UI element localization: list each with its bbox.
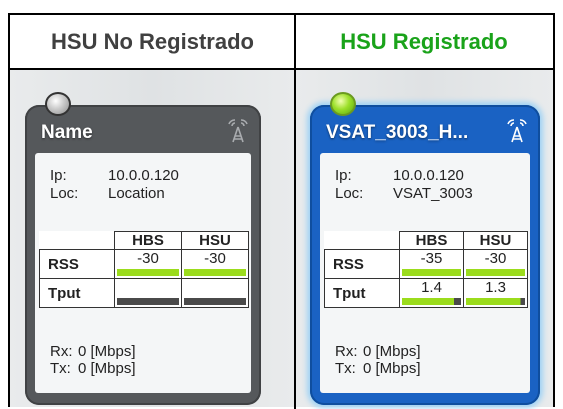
tput-hbs-cell: 1.4 <box>399 278 464 308</box>
rss-hbs-cell: -30 <box>114 249 182 279</box>
loc-label: Loc: <box>335 185 364 202</box>
loc-value: Location <box>108 185 165 202</box>
corner-cell <box>39 231 115 250</box>
tput-hbs-value <box>115 279 181 296</box>
hsu-card-unregistered[interactable]: Name Ip: 10.0.0.120 Loc: Location HBS HS… <box>25 92 261 405</box>
tput-hsu-value: 1.3 <box>485 279 506 296</box>
card-body: Ip: 10.0.0.120 Loc: VSAT_3003 HBS HSU RSS … <box>320 153 530 393</box>
tput-hbs-value: 1.4 <box>421 279 442 296</box>
col-hsu: HSU <box>463 231 528 250</box>
loc-value: VSAT_3003 <box>393 185 473 202</box>
rx-row: Rx: 0 [Mbps] <box>50 343 136 360</box>
loc-row: Loc: VSAT_3003 <box>335 185 473 202</box>
tput-hbs-bar <box>117 298 179 305</box>
tput-hsu-bar <box>184 298 246 305</box>
header-unregistered: HSU No Registrado <box>10 15 295 70</box>
metrics-table: HBS HSU RSS -30 -30 Tput <box>39 231 249 308</box>
ip-row: Ip: 10.0.0.120 <box>50 167 179 184</box>
col-hbs: HBS <box>399 231 464 250</box>
rx-value: 0 [Mbps] <box>363 343 421 360</box>
antenna-icon <box>228 119 248 143</box>
rss-label: RSS <box>39 249 115 279</box>
rss-hsu-cell: -30 <box>463 249 528 279</box>
tput-hsu-cell <box>181 278 249 308</box>
rss-hbs-bar <box>402 269 461 276</box>
loc-label: Loc: <box>50 185 79 202</box>
ip-value: 10.0.0.120 <box>108 167 179 184</box>
ip-label: Ip: <box>335 167 352 184</box>
registered-cell: VSAT_3003_H... Ip: 10.0.0.120 Loc: VSAT_30… <box>296 70 553 407</box>
rx-row: Rx: 0 [Mbps] <box>335 343 421 360</box>
tput-hsu-cell: 1.3 <box>463 278 528 308</box>
status-led-off-icon <box>45 92 71 116</box>
tput-hsu-value <box>182 279 248 296</box>
header-registered: HSU Registrado <box>295 15 553 70</box>
col-hsu: HSU <box>181 231 249 250</box>
rss-hbs-cell: -35 <box>399 249 464 279</box>
card-title: VSAT_3003_H... <box>326 122 469 143</box>
unregistered-cell: Name Ip: 10.0.0.120 Loc: Location HBS HS… <box>10 70 294 407</box>
hsu-card-registered[interactable]: VSAT_3003_H... Ip: 10.0.0.120 Loc: VSAT_30… <box>310 92 540 405</box>
tput-hbs-bar <box>402 298 461 305</box>
tput-label: Tput <box>324 278 400 308</box>
rss-hsu-bar <box>184 269 246 276</box>
rss-hbs-bar <box>117 269 179 276</box>
rx-value: 0 [Mbps] <box>78 343 136 360</box>
rss-hbs-value: -35 <box>420 250 443 267</box>
col-hbs: HBS <box>114 231 182 250</box>
status-led-on-icon <box>330 92 356 116</box>
card-body: Ip: 10.0.0.120 Loc: Location HBS HSU RSS -… <box>35 153 251 393</box>
loc-row: Loc: Location <box>50 185 165 202</box>
card-title: Name <box>41 122 93 143</box>
comparison-table: HSU No Registrado HSU Registrado Name Ip… <box>8 13 555 409</box>
tput-hsu-bar <box>466 298 525 305</box>
metrics-table: HBS HSU RSS -35 -30 Tput 1.4 1.3 <box>324 231 528 308</box>
corner-cell <box>324 231 400 250</box>
rx-label: Rx: <box>335 343 358 360</box>
antenna-icon <box>507 119 527 143</box>
ip-row: Ip: 10.0.0.120 <box>335 167 464 184</box>
rss-hsu-cell: -30 <box>181 249 249 279</box>
tput-hbs-cell <box>114 278 182 308</box>
tx-value: 0 [Mbps] <box>78 360 136 377</box>
rss-hbs-value: -30 <box>137 250 159 267</box>
tx-label: Tx: <box>335 360 356 377</box>
rss-label: RSS <box>324 249 400 279</box>
tput-label: Tput <box>39 278 115 308</box>
tx-row: Tx: 0 [Mbps] <box>50 360 136 377</box>
tx-label: Tx: <box>50 360 71 377</box>
ip-value: 10.0.0.120 <box>393 167 464 184</box>
rss-hsu-value: -30 <box>204 250 226 267</box>
rss-hsu-bar <box>466 269 525 276</box>
tx-value: 0 [Mbps] <box>363 360 421 377</box>
rx-label: Rx: <box>50 343 73 360</box>
tx-row: Tx: 0 [Mbps] <box>335 360 421 377</box>
rss-hsu-value: -30 <box>484 250 507 267</box>
ip-label: Ip: <box>50 167 67 184</box>
